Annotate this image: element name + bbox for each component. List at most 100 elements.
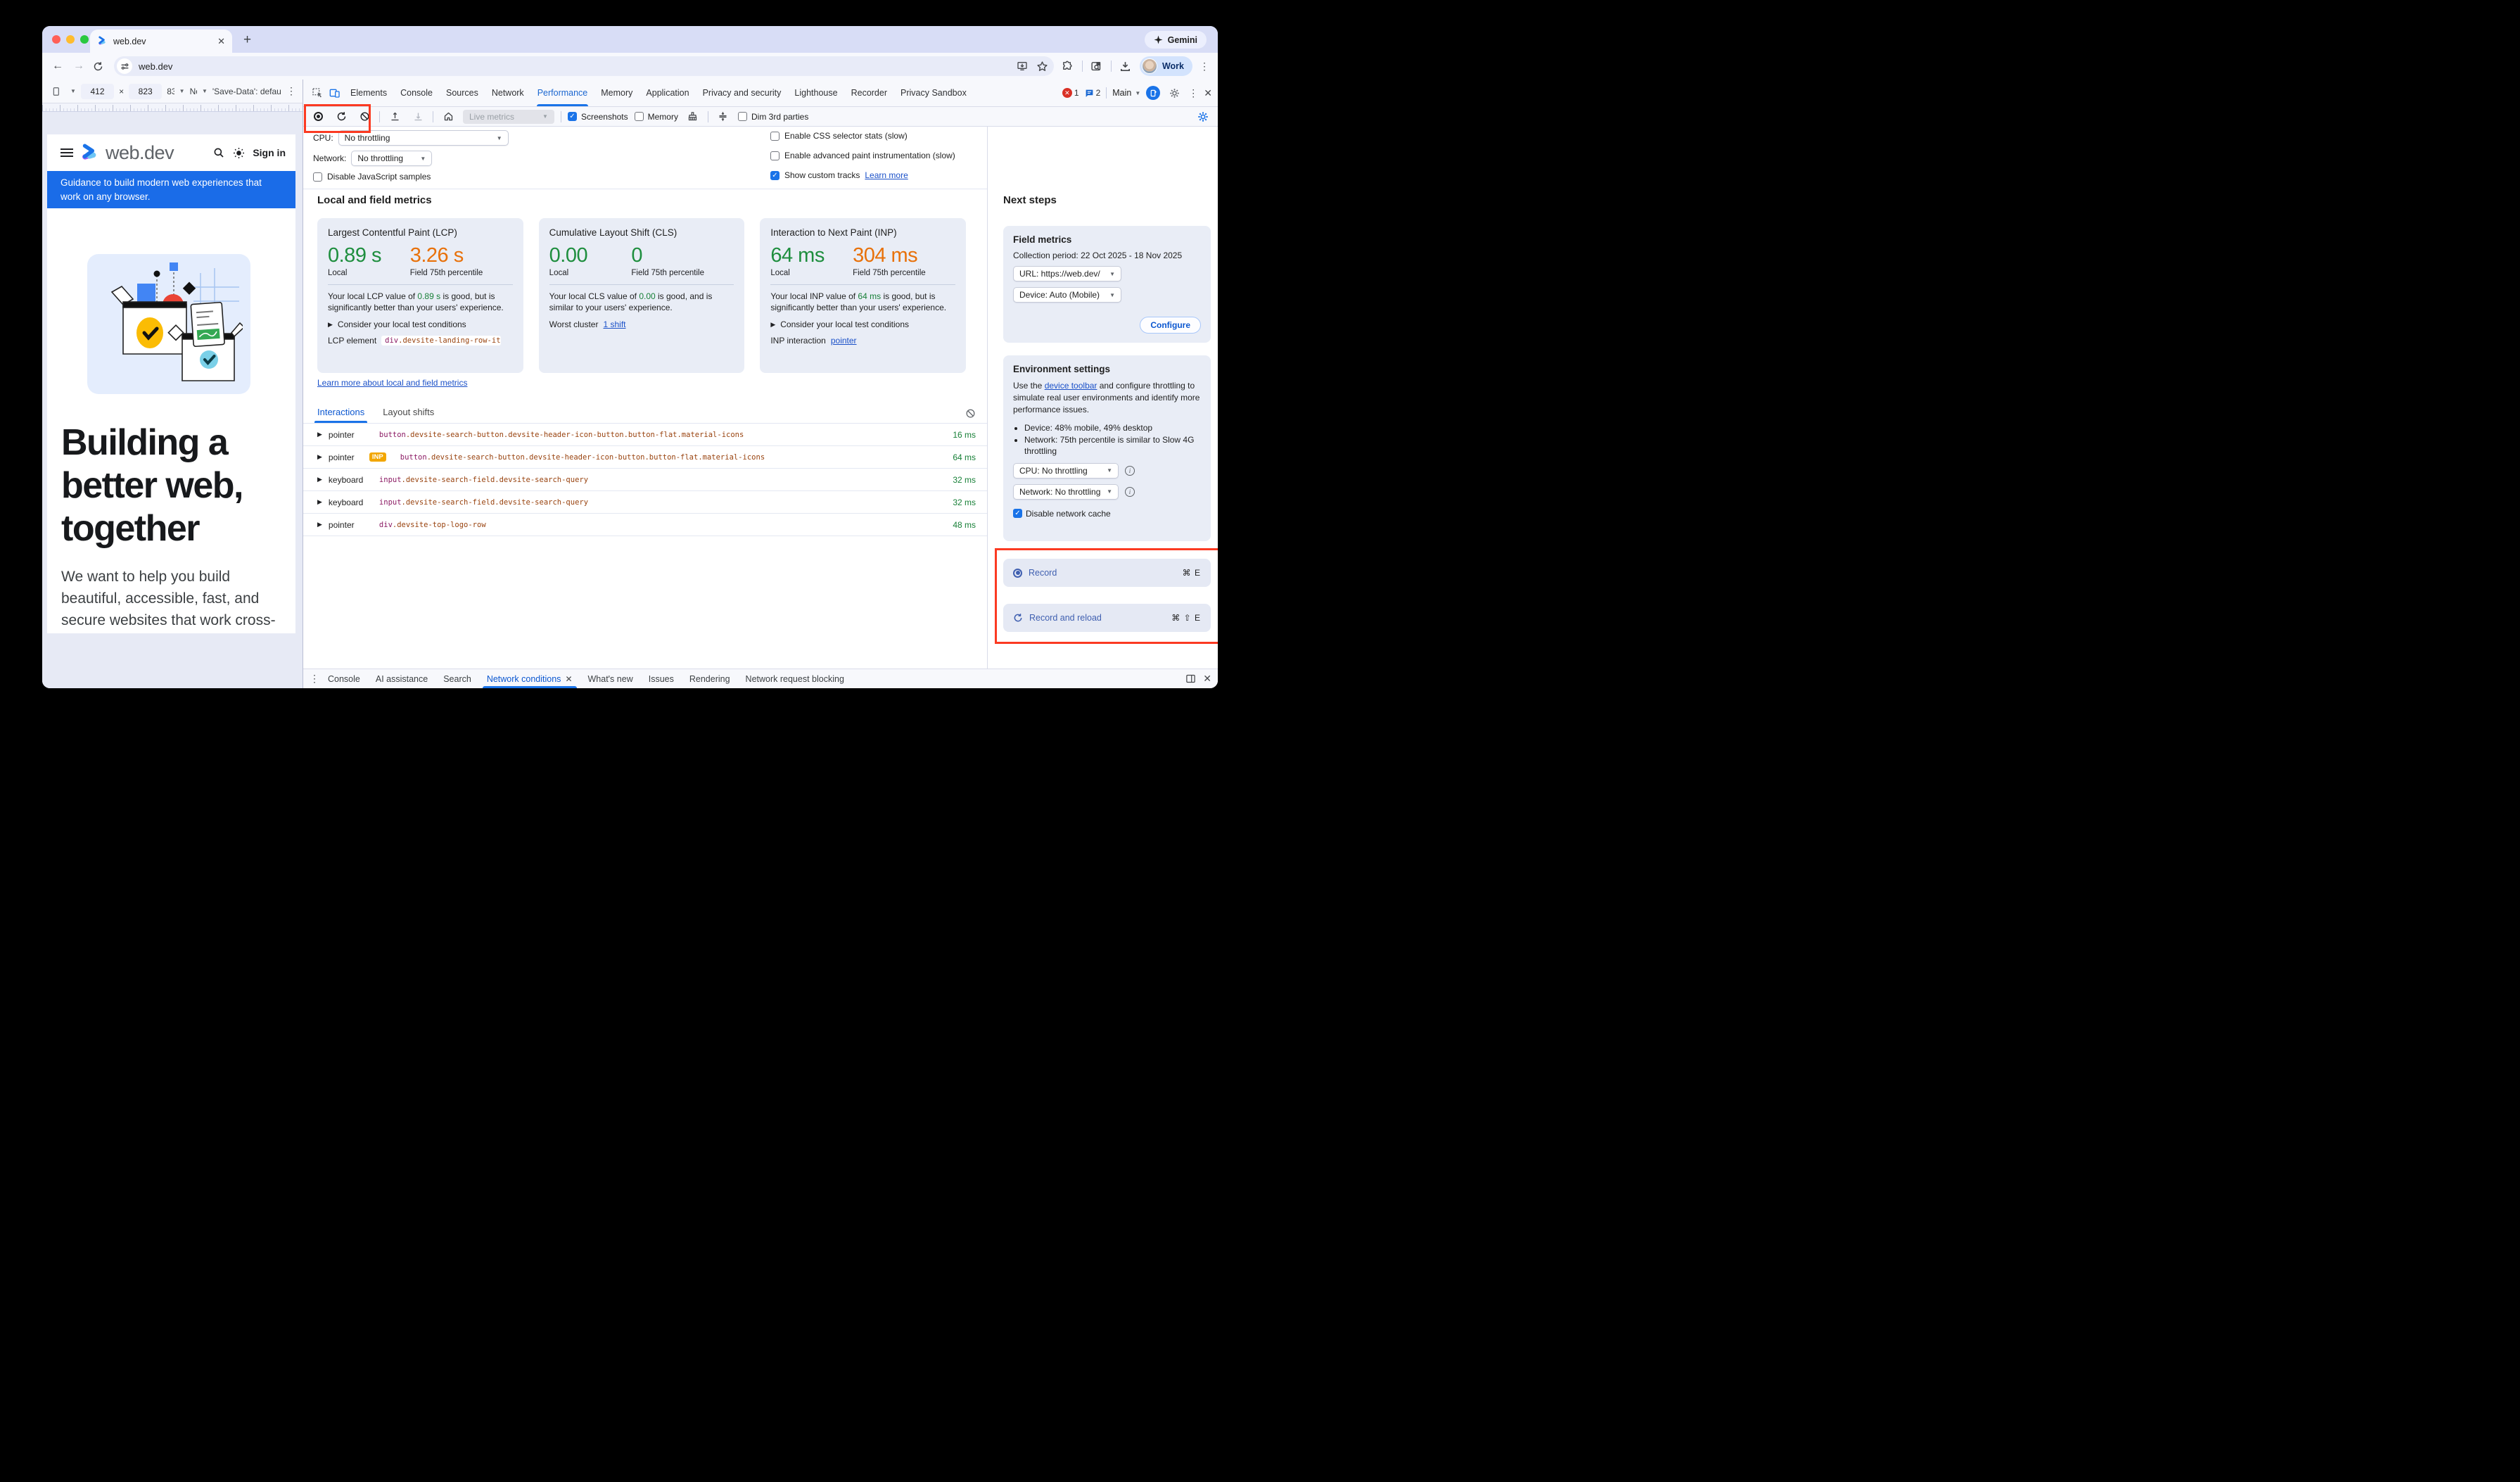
theme-toggle-icon[interactable] xyxy=(232,146,246,160)
tab-recorder[interactable]: Recorder xyxy=(845,80,893,106)
device-toolbar-menu-icon[interactable]: ⋮ xyxy=(286,85,296,97)
promo-banner[interactable]: Guidance to build modern web experiences… xyxy=(47,171,295,208)
profile-chip[interactable]: Work xyxy=(1140,56,1192,76)
performance-settings-gear-icon[interactable] xyxy=(1195,108,1211,125)
tab-application[interactable]: Application xyxy=(639,80,695,106)
hamburger-menu-icon[interactable] xyxy=(61,148,73,157)
info-icon[interactable]: i xyxy=(1125,487,1135,497)
configure-button[interactable]: Configure xyxy=(1140,317,1201,334)
interaction-row[interactable]: ▶ pointer div.devsite-top-logo-row 48 ms xyxy=(303,514,987,536)
devtools-close-icon[interactable]: ✕ xyxy=(1204,87,1212,99)
disclosure-triangle-icon[interactable]: ▶ xyxy=(317,521,322,528)
site-settings-icon[interactable] xyxy=(117,58,132,74)
viewport-width-input[interactable]: 412 xyxy=(81,84,114,99)
search-tabs-icon[interactable] xyxy=(1090,59,1104,73)
interaction-row[interactable]: ▶ keyboard input.devsite-search-field.de… xyxy=(303,469,987,491)
tab-memory[interactable]: Memory xyxy=(594,80,639,106)
custom-tracks-checkbox[interactable] xyxy=(770,171,779,180)
tab-interactions[interactable]: Interactions xyxy=(317,407,364,423)
error-badge[interactable]: ✕ 1 xyxy=(1062,88,1079,98)
drawer-close-icon[interactable]: ✕ xyxy=(1203,673,1211,685)
device-toolbar-link[interactable]: device toolbar xyxy=(1045,381,1097,391)
site-brand[interactable]: web.dev xyxy=(106,142,174,164)
inp-pointer-link[interactable]: pointer xyxy=(831,336,857,346)
cls-shift-link[interactable]: 1 shift xyxy=(603,319,625,329)
drawer-tab-network-conditions[interactable]: Network conditions ✕ xyxy=(480,669,580,688)
throttle-dropdown[interactable]: No throttling xyxy=(190,87,197,96)
drawer-tab-whats-new[interactable]: What's new xyxy=(581,669,640,688)
collect-garbage-icon[interactable] xyxy=(685,108,701,125)
disclosure-triangle-icon[interactable]: ▶ xyxy=(317,431,322,438)
downloads-icon[interactable] xyxy=(1119,59,1133,73)
disclosure-triangle-icon[interactable]: ▶ xyxy=(317,476,322,483)
network-throttle-select[interactable]: No throttling ▼ xyxy=(351,151,432,166)
drawer-tab-ai-assistance[interactable]: AI assistance xyxy=(369,669,435,688)
back-button[interactable]: ← xyxy=(51,60,65,72)
toggle-panel-icon[interactable] xyxy=(1185,673,1196,684)
browser-menu-icon[interactable]: ⋮ xyxy=(1199,61,1209,72)
zoom-dropdown[interactable]: 83% xyxy=(167,87,174,96)
tab-layout-shifts[interactable]: Layout shifts xyxy=(383,407,434,423)
tab-privacy-security[interactable]: Privacy and security xyxy=(696,80,788,106)
minimize-window-button[interactable] xyxy=(66,35,75,44)
install-app-icon[interactable] xyxy=(1015,59,1029,73)
metrics-learn-more-link[interactable]: Learn more about local and field metrics xyxy=(317,378,467,388)
tab-elements[interactable]: Elements xyxy=(344,80,393,106)
save-profile-icon[interactable] xyxy=(409,108,426,125)
tab-privacy-sandbox[interactable]: Privacy Sandbox xyxy=(894,80,973,106)
extensions-icon[interactable] xyxy=(1061,59,1075,73)
sign-in-button[interactable]: Sign in xyxy=(253,147,286,158)
info-icon[interactable]: i xyxy=(1125,466,1135,476)
inp-disclosure[interactable]: ▶ Consider your local test conditions xyxy=(770,319,955,329)
learn-more-link[interactable]: Learn more xyxy=(865,170,908,180)
new-tab-button[interactable]: + xyxy=(243,32,251,48)
load-profile-icon[interactable] xyxy=(386,108,403,125)
paint-instrumentation-checkbox[interactable] xyxy=(770,151,779,160)
drawer-tab-search[interactable]: Search xyxy=(436,669,478,688)
interaction-row[interactable]: ▶ pointer INP button.devsite-search-butt… xyxy=(303,446,987,469)
tab-network[interactable]: Network xyxy=(485,80,530,106)
settings-gear-icon[interactable] xyxy=(1166,84,1183,101)
clear-interactions-icon[interactable] xyxy=(965,408,976,419)
env-network-select[interactable]: Network: No throttling ▼ xyxy=(1013,484,1119,500)
collapse-icon[interactable] xyxy=(715,108,732,125)
field-device-select[interactable]: Device: Auto (Mobile) ▼ xyxy=(1013,287,1121,303)
viewport-height-input[interactable]: 823 xyxy=(129,84,162,99)
forward-button[interactable]: → xyxy=(72,60,86,72)
device-mode-indicator-icon[interactable] xyxy=(1146,86,1160,100)
gemini-button[interactable]: Gemini xyxy=(1145,31,1207,49)
bookmark-star-icon[interactable] xyxy=(1036,59,1050,73)
close-window-button[interactable] xyxy=(52,35,61,44)
disable-js-checkbox[interactable] xyxy=(313,172,322,182)
drawer-tab-issues[interactable]: Issues xyxy=(642,669,681,688)
lcp-element-chip[interactable]: div.devsite-landing-row-ite… xyxy=(381,336,501,346)
reload-button[interactable] xyxy=(93,61,107,72)
tab-close-icon[interactable]: ✕ xyxy=(217,36,225,47)
tab-console[interactable]: Console xyxy=(394,80,439,106)
site-search-icon[interactable] xyxy=(212,146,225,159)
devtools-menu-icon[interactable]: ⋮ xyxy=(1188,87,1198,99)
field-url-select[interactable]: URL: https://web.dev/ ▼ xyxy=(1013,266,1121,281)
env-cpu-select[interactable]: CPU: No throttling ▼ xyxy=(1013,463,1119,479)
browser-tab[interactable]: web.dev ✕ xyxy=(90,30,232,53)
css-stats-checkbox[interactable] xyxy=(770,132,779,141)
drawer-tab-rendering[interactable]: Rendering xyxy=(682,669,737,688)
interaction-row[interactable]: ▶ keyboard input.devsite-search-field.de… xyxy=(303,491,987,514)
drawer-tab-console[interactable]: Console xyxy=(321,669,367,688)
target-dropdown[interactable]: Main ▼ xyxy=(1112,88,1140,98)
disable-cache-checkbox[interactable] xyxy=(1013,509,1022,518)
issues-badge[interactable]: 2 xyxy=(1085,88,1101,98)
lcp-disclosure[interactable]: ▶ Consider your local test conditions xyxy=(328,319,513,329)
tab-sources[interactable]: Sources xyxy=(440,80,485,106)
device-toolbar-toggle-icon[interactable] xyxy=(326,84,343,101)
history-dropdown[interactable]: Live metrics ▼ xyxy=(463,110,554,124)
address-bar[interactable]: web.dev xyxy=(114,56,1054,76)
drawer-menu-icon[interactable]: ⋮ xyxy=(310,673,319,685)
memory-checkbox[interactable] xyxy=(635,112,644,121)
maximize-window-button[interactable] xyxy=(80,35,89,44)
dim-3rd-parties-checkbox[interactable] xyxy=(738,112,747,121)
drawer-tab-network-request-blocking[interactable]: Network request blocking xyxy=(739,669,851,688)
disclosure-triangle-icon[interactable]: ▶ xyxy=(317,498,322,506)
screenshots-checkbox[interactable] xyxy=(568,112,577,121)
interaction-row[interactable]: ▶ pointer button.devsite-search-button.d… xyxy=(303,424,987,446)
